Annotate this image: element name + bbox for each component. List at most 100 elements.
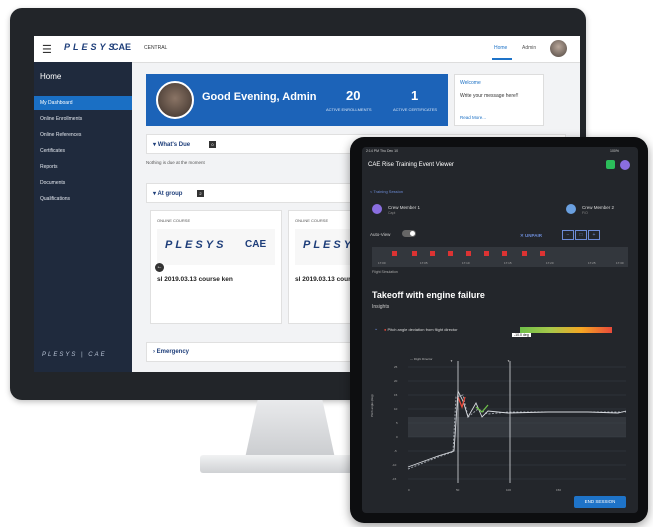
crew1-avatar <box>372 204 382 214</box>
zoom-out-icon[interactable]: − <box>562 230 574 240</box>
timeline-event[interactable] <box>448 251 453 256</box>
timeline-tick: 17:15 <box>504 261 512 265</box>
sidebar-brand-logo: PLESYS | CAE <box>42 352 107 358</box>
course-card[interactable]: ONLINE COURSE PLESYS CAE ← sl 2019.03.13… <box>150 210 282 324</box>
timeline-event[interactable] <box>412 251 417 256</box>
timeline-tick: 17:00 <box>378 261 386 265</box>
app-title: CAE Rise Training Event Viewer <box>368 162 454 168</box>
ytick: -5 <box>394 449 397 453</box>
profile-icon[interactable] <box>620 160 630 170</box>
course-type: ONLINE COURSE <box>295 218 329 223</box>
xtick: 100 <box>506 488 512 492</box>
timeline-label: Flight Simulation <box>372 270 398 274</box>
welcome-title: Welcome <box>460 80 481 86</box>
timeline-tick: 17:05 <box>420 261 428 265</box>
sidebar-item-references[interactable]: Online References <box>34 128 132 142</box>
ytick: 15 <box>394 393 398 397</box>
read-more-link[interactable]: Read More... <box>460 115 486 120</box>
insight-item: ● Pitch angle deviation from flight dire… <box>384 327 458 332</box>
ytick: -15 <box>392 477 397 481</box>
ytick: 10 <box>394 407 398 411</box>
crew2-avatar <box>566 204 576 214</box>
hamburger-icon[interactable]: ☰ <box>42 43 52 56</box>
timeline-event[interactable] <box>502 251 507 256</box>
stat-certificates-label: ACTIVE CERTIFICATES <box>393 107 438 112</box>
share-icon[interactable] <box>606 160 615 169</box>
course-name: sl 2019.03.13 course <box>295 276 358 283</box>
timeline-event[interactable] <box>392 251 397 256</box>
nav-home[interactable]: Home <box>494 45 507 51</box>
greeting-text: Good Evening, Admin <box>202 91 317 103</box>
sidebar-item-documents[interactable]: Documents <box>34 176 132 190</box>
timeline-tick: 17:30 <box>616 261 624 265</box>
event-heading: Takeoff with engine failure <box>372 290 485 300</box>
whats-due-title: ▾ What's Due <box>153 142 191 148</box>
status-battery: 100% <box>610 149 619 153</box>
ytick: 20 <box>394 379 398 383</box>
deviation-bar <box>520 327 612 333</box>
whats-due-count: 0 <box>209 141 216 148</box>
xtick: 50 <box>456 488 460 492</box>
at-group-title: ▾ At group <box>153 191 183 197</box>
course-type: ONLINE COURSE <box>157 218 191 223</box>
zoom-reset-icon[interactable]: □ <box>575 230 587 240</box>
sidebar-item-reports[interactable]: Reports <box>34 160 132 174</box>
user-avatar[interactable] <box>550 40 567 57</box>
ytick: -10 <box>392 463 397 467</box>
card-plesys-logo: PLESYS <box>165 239 227 251</box>
tablet-screen: 2:14 PM Thu Dec 10 100% CAE Rise Trainin… <box>362 147 638 513</box>
card-cae-logo: CAE <box>245 239 267 250</box>
pitch-chart: ▼ ▼ <box>407 359 627 483</box>
sidebar: Home My Dashboard Online Enrollments Onl… <box>34 62 132 372</box>
svg-text:▼: ▼ <box>450 359 453 363</box>
timeline-event[interactable] <box>430 251 435 256</box>
ytick: 5 <box>396 421 398 425</box>
timeline-tick: 17:10 <box>462 261 470 265</box>
unpair-button[interactable]: ✕ UNPAIR <box>520 233 542 239</box>
crew2-name: Crew Member 2 F/O <box>582 205 615 215</box>
auto-view-label: Auto-View <box>370 232 391 237</box>
monitor-stand <box>244 400 336 460</box>
context-label: CENTRAL <box>144 45 168 51</box>
timeline-event[interactable] <box>522 251 527 256</box>
stat-enrollments-value: 20 <box>346 88 361 103</box>
zoom-in-icon[interactable]: + <box>588 230 600 240</box>
timeline-event[interactable] <box>466 251 471 256</box>
sidebar-item-dashboard[interactable]: My Dashboard <box>34 96 132 110</box>
ytick: 0 <box>396 435 398 439</box>
nav-admin[interactable]: Admin <box>522 45 536 51</box>
sidebar-item-qualifications[interactable]: Qualifications <box>34 192 132 206</box>
greeting-banner: Good Evening, Admin 20 ACTIVE ENROLLMENT… <box>146 74 448 126</box>
end-session-button[interactable]: END SESSION <box>574 496 626 508</box>
top-bar: ☰ PLESYS CAE CENTRAL Home Admin <box>34 36 580 63</box>
tablet-device: 2:14 PM Thu Dec 10 100% CAE Rise Trainin… <box>350 137 648 523</box>
chart-ylabel: Pitch angle (deg) <box>370 394 374 417</box>
cae-logo: CAE <box>112 42 132 52</box>
course-name: sl 2019.03.13 course ken <box>157 276 233 283</box>
course-logo: PLESYS CAE <box>157 229 275 265</box>
whats-due-empty: Nothing is due at the moment <box>146 160 205 165</box>
back-link[interactable]: < Training Session <box>370 189 403 194</box>
nav-home-underline <box>492 58 512 60</box>
xtick: 150 <box>556 488 562 492</box>
status-time: 2:14 PM Thu Dec 10 <box>366 149 399 153</box>
chevron-down-icon[interactable]: ⌄ <box>374 326 378 332</box>
arrow-left-icon[interactable]: ← <box>155 263 164 272</box>
at-group-count: 2 <box>197 190 204 197</box>
timeline-tick: 17:25 <box>588 261 596 265</box>
svg-text:▼: ▼ <box>507 359 510 363</box>
timeline-event[interactable] <box>484 251 489 256</box>
stat-certificates-value: 1 <box>411 88 419 103</box>
auto-view-toggle[interactable] <box>402 230 416 237</box>
timeline-event[interactable] <box>540 251 545 256</box>
timeline[interactable]: 17:00 17:05 17:10 17:15 17:20 17:25 17:3… <box>372 247 628 267</box>
crew1-name: Crew Member 1 Capt <box>388 205 421 215</box>
sidebar-item-enrollments[interactable]: Online Enrollments <box>34 112 132 126</box>
timeline-tick: 17:20 <box>546 261 554 265</box>
banner-avatar <box>156 81 194 119</box>
sidebar-title: Home <box>40 72 62 81</box>
sidebar-item-certificates[interactable]: Certificates <box>34 144 132 158</box>
plesys-logo: PLESYS <box>64 42 118 52</box>
deviation-label: -10.0 deg <box>512 333 531 337</box>
ytick: 25 <box>394 365 398 369</box>
